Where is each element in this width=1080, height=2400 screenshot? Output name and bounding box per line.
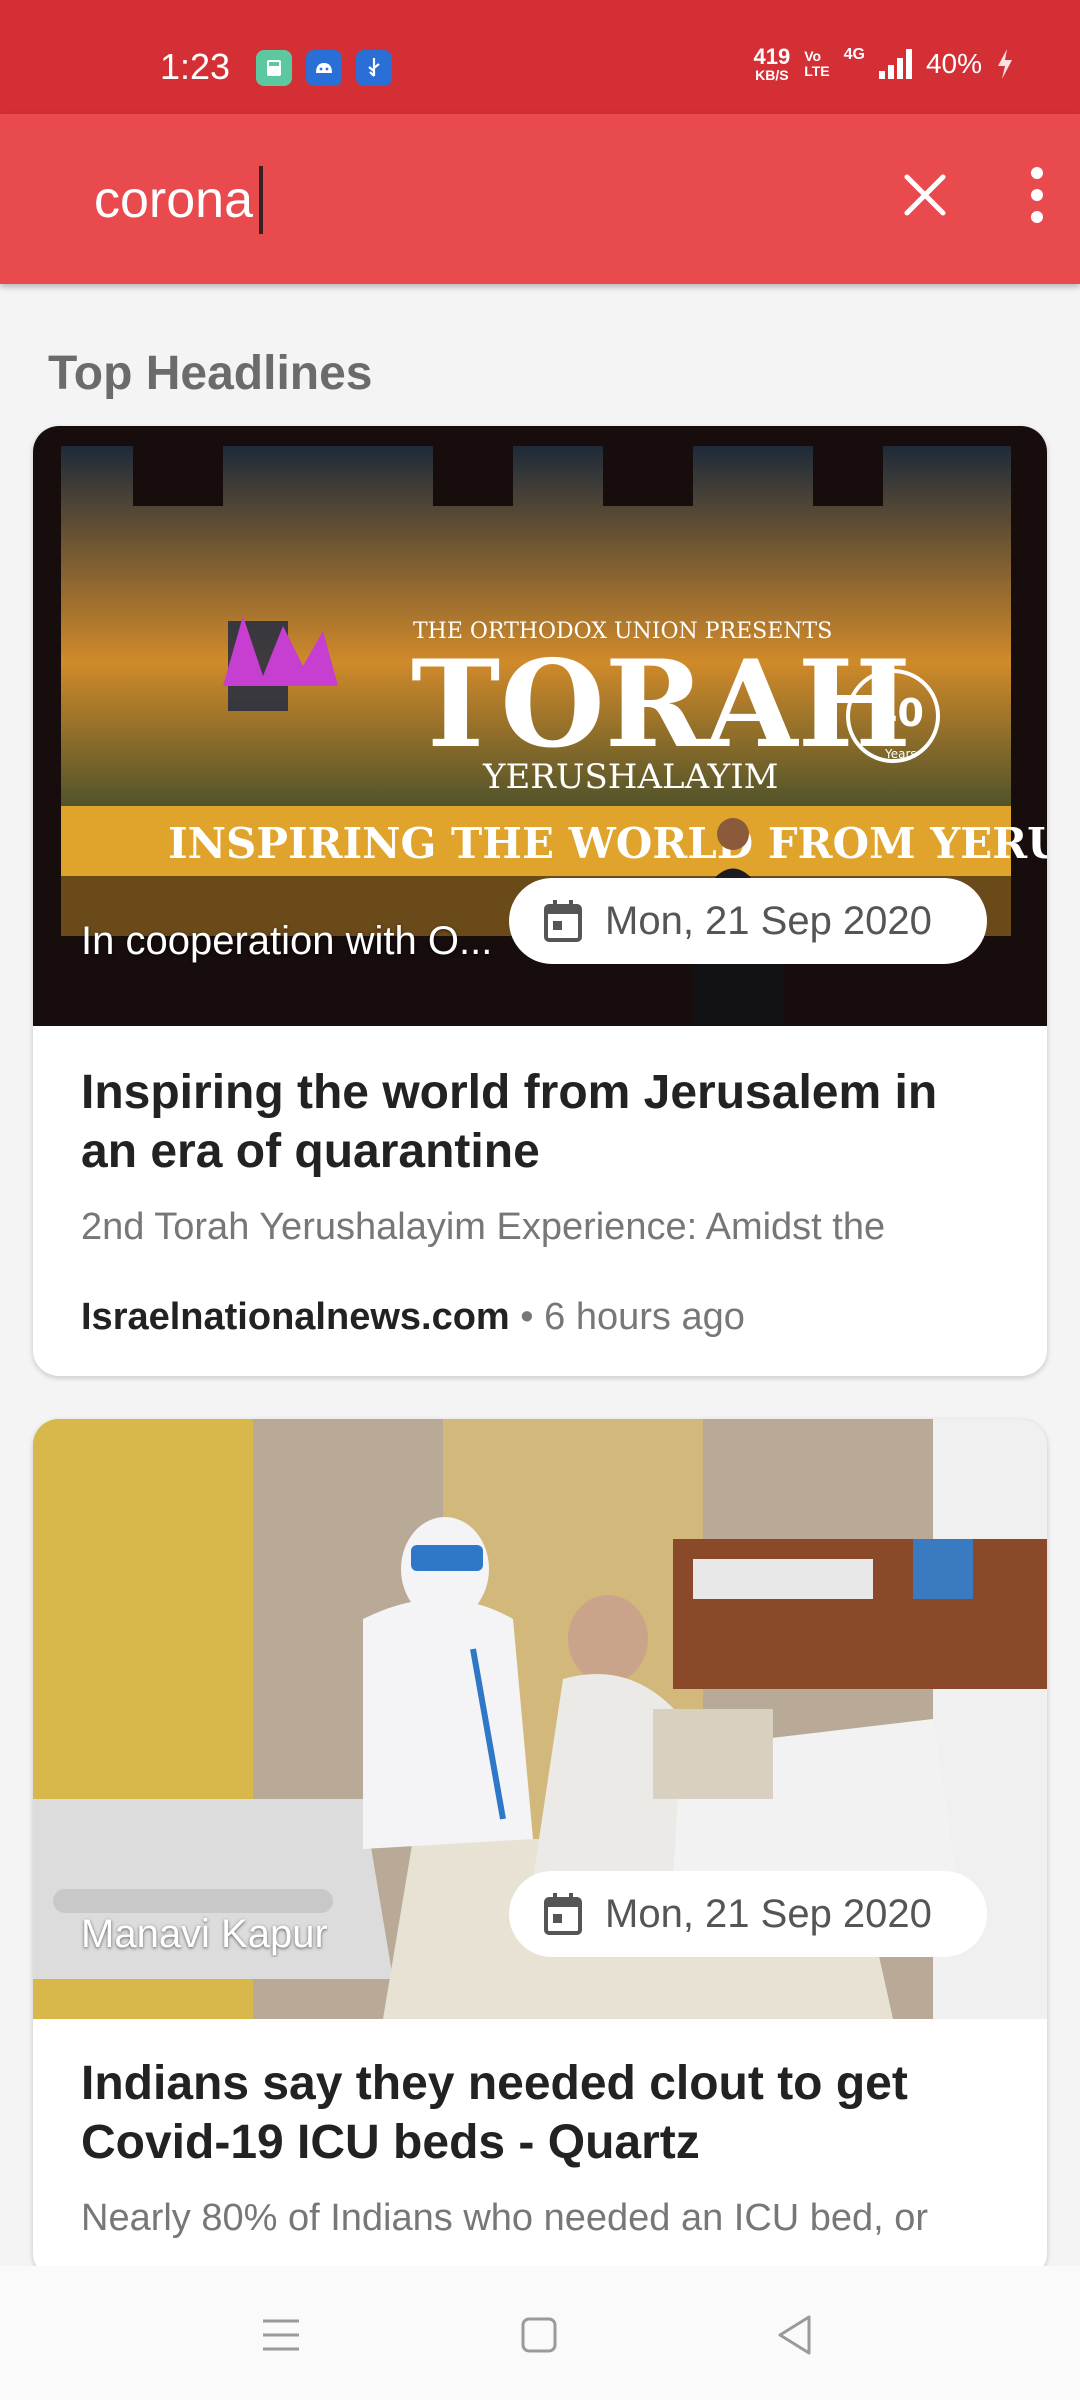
search-toolbar [0,114,1080,284]
article-title[interactable]: Indians say they needed clout to get Cov… [81,2055,1001,2172]
article-description: 2nd Torah Yerushalayim Experience: Amids… [81,1206,886,1248]
date-badge: Mon, 21 Sep 2020 [509,878,987,964]
section-title: Top Headlines [48,347,373,400]
usb-icon [356,50,392,86]
article-image: THE ORTHODOX UNION PRESENTS TORAH YERUSH… [33,426,1047,1026]
article-source-line: Israelnationalnews.com • 6 hours ago [81,1296,745,1339]
date-badge: Mon, 21 Sep 2020 [509,1871,987,1957]
battery-level: 40% [925,48,982,79]
article-date: Mon, 21 Sep 2020 [605,898,932,943]
net-speed: 419 KB/S [753,44,791,83]
status-time: 1:23 [160,46,231,87]
article-date: Mon, 21 Sep 2020 [605,1891,932,1936]
source-separator: • [520,1296,534,1338]
article-image: Manavi Kapur Mon, 21 Sep 2020 [33,1419,1047,2019]
android-icon [306,50,342,86]
back-triangle-icon [778,2315,811,2355]
article-description: Nearly 80% of Indians who needed an ICU … [81,2197,929,2239]
home-button[interactable] [514,2310,564,2360]
article-title[interactable]: Inspiring the world from Jerusalem in an… [81,1064,1001,1181]
home-square-icon [521,2317,557,2353]
calendar-icon [544,900,582,942]
status-right: 419 KB/S Vo LTE 4G 40% [753,46,1014,82]
volte-indicator: Vo LTE [804,49,829,78]
calculator-icon [256,50,292,86]
volte-top: Vo [804,48,822,65]
navigation-bar [0,2266,1080,2400]
network-type: 4G [843,46,865,63]
net-speed-unit: KB/S [755,67,789,83]
image-banner-text: INSPIRING THE WORLD FROM YERUSHALAYIM [168,819,1047,868]
notification-icons [256,50,392,86]
image-subtitle-text: YERUSHALAYIM [482,757,778,797]
article-author: In cooperation with O... [81,919,493,963]
charging-icon [998,49,1012,79]
calendar-icon [544,1893,582,1935]
menu-icon [263,2319,299,2351]
clear-search-button[interactable] [888,158,962,232]
recents-button[interactable] [256,2310,306,2360]
volte-bottom: LTE [804,63,830,79]
image-years-text: Years [884,747,917,761]
article-time-ago: 6 hours ago [544,1296,745,1338]
more-options-button[interactable] [1012,158,1062,232]
net-speed-value: 419 [753,44,791,69]
article-card[interactable]: Manavi Kapur Mon, 21 Sep 2020 Indians sa… [33,1419,1047,2279]
signal-icon [878,49,912,79]
more-vert-icon [1031,167,1043,179]
text-caret [259,166,263,234]
article-author: Manavi Kapur [81,1912,328,1956]
status-bar: 1:23 419 KB/S Vo LTE 4G 40% [0,0,1080,114]
search-input[interactable] [94,168,794,232]
image-logo-text: TORAH [411,634,911,775]
close-icon [904,174,946,216]
article-source[interactable]: Israelnationalnews.com [81,1296,510,1338]
image-anniversary-text: 40 [871,691,924,735]
article-card[interactable]: THE ORTHODOX UNION PRESENTS TORAH YERUSH… [33,426,1047,1376]
back-button[interactable] [770,2310,820,2360]
